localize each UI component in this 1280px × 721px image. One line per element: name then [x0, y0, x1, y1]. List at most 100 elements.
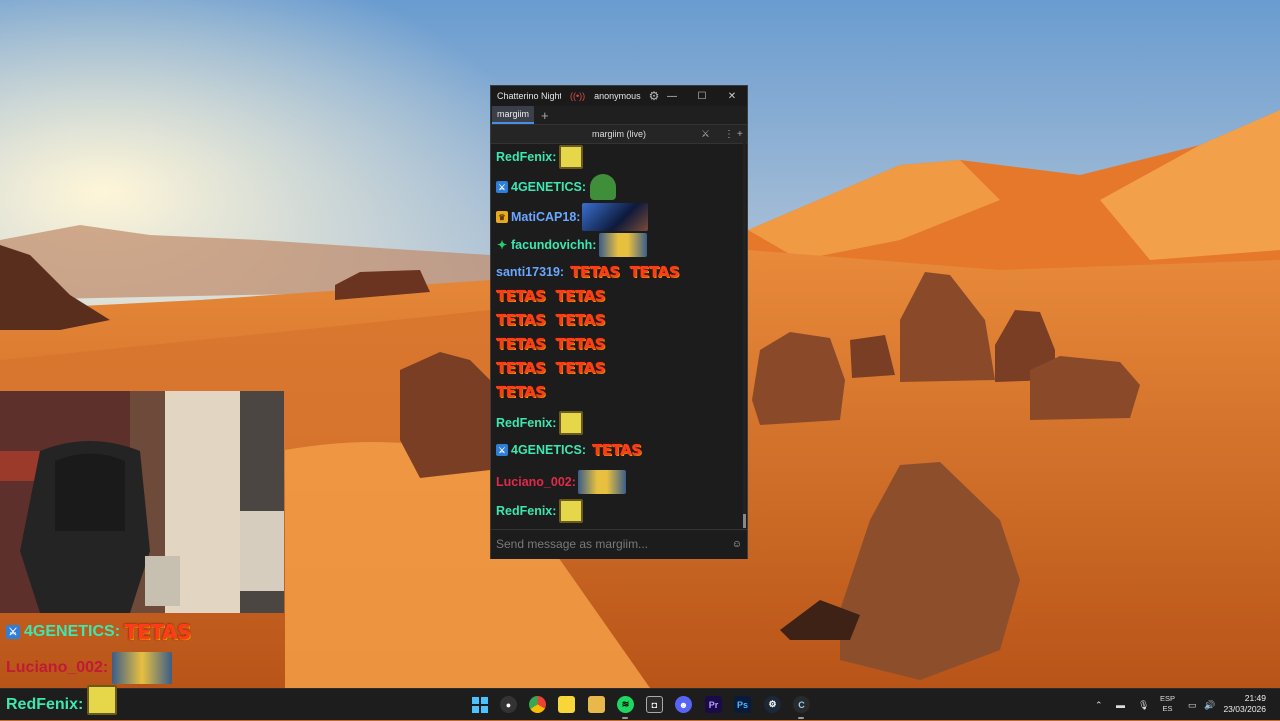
stream-chat-overlay: ⚔ 4GENETICS: TETAS Luciano_002:	[0, 614, 300, 688]
username[interactable]: RedFenix:	[496, 504, 556, 518]
message-input-placeholder[interactable]: Send message as margiim...	[496, 537, 648, 551]
overlay-message: Luciano_002:	[6, 652, 173, 684]
username[interactable]: RedFenix:	[496, 150, 556, 164]
tab-margiim[interactable]: margiim	[492, 106, 535, 124]
spotify-icon[interactable]: ≋	[617, 696, 634, 713]
moderation-icon[interactable]: ⚔	[701, 125, 710, 143]
overlay-message: ⚔ 4GENETICS: TETAS	[6, 620, 191, 644]
sticky-notes-icon[interactable]	[558, 696, 575, 713]
chat-message-continuation: TETAS TETAS	[496, 335, 605, 353]
discord-icon[interactable]: ☻	[675, 696, 692, 713]
tetas-emote: TETAS	[555, 287, 605, 305]
language-code: ESP	[1160, 694, 1176, 703]
overlay-message: RedFenix:	[6, 685, 118, 715]
username[interactable]: Luciano_002:	[496, 475, 576, 489]
steam-icon[interactable]: ⚙	[764, 696, 781, 713]
chat-message[interactable]: ⚔ 4GENETICS: TETAS	[496, 441, 642, 459]
username[interactable]: santi17319:	[496, 265, 564, 279]
windows-start-icon[interactable]	[471, 696, 488, 713]
photoshop-icon[interactable]: Ps	[734, 696, 751, 713]
scrollbar-thumb[interactable]	[743, 514, 746, 528]
tetas-emote: TETAS	[496, 335, 546, 353]
clock-time: 21:49	[1244, 693, 1266, 703]
chat-message[interactable]: ✦ facundovichh:	[496, 233, 648, 257]
username[interactable]: 4GENETICS:	[511, 180, 586, 194]
chatterino-window[interactable]: Chatterino Nightly ((•)) anonymous ⚙ — ☐…	[490, 85, 748, 559]
tetas-emote: TETAS	[496, 383, 546, 401]
flag-icon[interactable]: ▬	[1116, 689, 1125, 721]
message-input[interactable]: Send message as margiim... ☺	[491, 529, 747, 559]
tray-overflow-icon[interactable]: ⌃	[1095, 689, 1103, 721]
username[interactable]: MatiCAP18:	[511, 210, 580, 224]
chat-message[interactable]: RedFenix:	[496, 411, 584, 435]
crown-badge-icon: ♛	[496, 211, 508, 223]
tetas-emote: TETAS	[555, 359, 605, 377]
spongebob-emote	[559, 411, 584, 435]
chatterino-icon[interactable]: C	[793, 696, 810, 713]
overlay-username: 4GENETICS:	[24, 623, 121, 640]
premiere-pro-icon[interactable]: Pr	[705, 696, 722, 713]
moderator-badge-icon: ⚔	[6, 625, 20, 639]
account-name[interactable]: anonymous	[594, 91, 641, 101]
spongebob-emote	[559, 145, 584, 169]
channel-title: margiim (live)	[592, 129, 646, 139]
chat-message-continuation: TETAS	[496, 383, 546, 401]
window-title: Chatterino Nightly	[497, 91, 561, 101]
anime-emote	[582, 203, 649, 231]
tetas-emote: TETAS	[124, 620, 191, 644]
chat-message[interactable]: RedFenix:	[496, 499, 584, 523]
moderator-badge-icon: ⚔	[496, 181, 508, 193]
file-explorer-icon[interactable]	[588, 696, 605, 713]
microphone-icon[interactable]: 🎙	[1138, 689, 1149, 721]
minimize-button[interactable]: —	[657, 86, 687, 106]
webcam-scene	[0, 391, 284, 613]
overlay-username: Luciano_002:	[6, 659, 109, 676]
tetas-emote: TETAS	[496, 311, 546, 329]
username[interactable]: RedFenix:	[496, 416, 556, 430]
scrollbar[interactable]	[743, 143, 746, 528]
title-bar[interactable]: Chatterino Nightly ((•)) anonymous ⚙ — ☐…	[491, 86, 747, 106]
add-tab-button[interactable]: +	[541, 108, 549, 124]
chat-message[interactable]: RedFenix:	[496, 145, 584, 169]
spongebob-emote	[559, 499, 584, 523]
maximize-button[interactable]: ☐	[687, 86, 717, 106]
network-icon[interactable]: ▭	[1188, 689, 1197, 721]
chat-message-continuation: TETAS TETAS	[496, 311, 605, 329]
input-language[interactable]: ESP ES	[1160, 694, 1175, 714]
gem-badge-icon: ✦	[496, 238, 508, 252]
pepe-emote	[590, 174, 617, 200]
message-list[interactable]: RedFenix: ⚔ 4GENETICS: ♛ MatiCAP18: ✦ fa…	[491, 143, 743, 528]
obs-icon[interactable]: ●	[500, 696, 517, 713]
chat-message[interactable]: ♛ MatiCAP18:	[496, 203, 649, 231]
spongebob-emote	[87, 685, 118, 715]
username[interactable]: facundovichh:	[511, 238, 596, 252]
username[interactable]: 4GENETICS:	[511, 443, 586, 457]
chat-message[interactable]: ⚔ 4GENETICS:	[496, 174, 617, 200]
add-split-icon[interactable]: +	[737, 125, 743, 143]
minions-emote	[599, 233, 648, 257]
system-clock[interactable]: 21:49 23/03/2026	[1223, 693, 1266, 715]
close-button[interactable]: ✕	[717, 86, 747, 106]
chat-message[interactable]: Luciano_002:	[496, 470, 626, 494]
overlay-username: RedFenix:	[6, 696, 84, 713]
split-menu-icon[interactable]: ⋮	[724, 125, 734, 143]
tetas-emote: TETAS	[496, 287, 546, 305]
chat-message[interactable]: santi17319: TETAS TETAS	[496, 263, 680, 281]
tetas-emote: TETAS	[555, 335, 605, 353]
moderator-badge-icon: ⚔	[496, 444, 508, 456]
capture-icon[interactable]: ◘	[646, 696, 663, 713]
running-indicator	[622, 717, 628, 719]
tetas-emote: TETAS	[592, 441, 642, 459]
tetas-emote: TETAS	[570, 263, 620, 281]
webcam-feed	[0, 391, 284, 613]
split-header[interactable]: margiim (live) ⚔ ⋮ +	[491, 124, 747, 144]
taskbar: RedFenix: ● ≋ ◘ ☻ Pr Ps ⚙ C ⌃ ▬ 🎙 ESP ES…	[0, 685, 1280, 721]
chat-message-continuation: TETAS TETAS	[496, 359, 605, 377]
minions-emote	[112, 652, 173, 684]
emote-picker-icon[interactable]: ☺	[732, 539, 742, 550]
chrome-icon[interactable]	[529, 696, 546, 713]
streamer-mode-icon[interactable]: ((•))	[570, 91, 585, 101]
volume-icon[interactable]: 🔊	[1204, 689, 1215, 721]
tetas-emote: TETAS	[555, 311, 605, 329]
tab-bar: margiim +	[491, 106, 747, 124]
